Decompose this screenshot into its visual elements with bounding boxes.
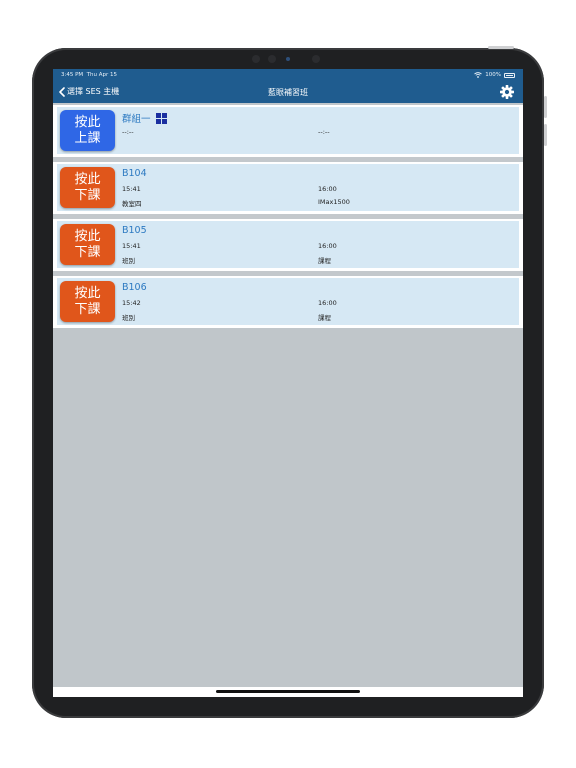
start-class-button[interactable]: 按此 上課 (60, 110, 115, 151)
start-time: 15:41 (122, 185, 141, 193)
end-time: 16:00 (318, 299, 337, 307)
status-right: 100% (474, 72, 515, 78)
button-line-1: 按此 (74, 114, 101, 130)
home-indicator[interactable] (216, 690, 360, 693)
status-bar: 3:45 PM Thu Apr 15 100% (53, 69, 523, 81)
list-item: 按此 上課 群組一 --:-- --:-- (53, 105, 523, 162)
classroom-card: 按此 上課 群組一 --:-- --:-- (57, 107, 519, 154)
grid-icon[interactable] (155, 112, 167, 124)
classroom-card: 按此 下課 B106 15:42 16:00 班別 課程 (57, 278, 519, 325)
button-line-1: 按此 (74, 228, 101, 244)
battery-percent: 100% (485, 72, 501, 78)
status-time: 3:45 PM (61, 72, 84, 78)
course-label: 課程 (318, 314, 331, 322)
classroom-name: B104 (122, 168, 147, 179)
room-label: 教室四 (122, 200, 142, 208)
end-time: 16:00 (318, 242, 337, 250)
end-class-button[interactable]: 按此 下課 (60, 167, 115, 208)
group-name-label: 群組一 (122, 114, 151, 125)
list-item: 按此 下課 B106 15:42 16:00 班別 課程 (53, 276, 523, 333)
class-label: 班別 (122, 314, 135, 322)
list-item: 按此 下課 B105 15:41 16:00 班別 課程 (53, 219, 523, 276)
start-time: 15:41 (122, 242, 141, 250)
app-screen: 3:45 PM Thu Apr 15 100% 選擇 SES 主機 藍眼補習班 (53, 69, 523, 697)
navigation-bar: 選擇 SES 主機 藍眼補習班 (53, 81, 523, 103)
home-indicator-area (53, 687, 523, 697)
end-class-button[interactable]: 按此 下課 (60, 281, 115, 322)
volume-down-button (544, 124, 547, 146)
top-button (488, 46, 514, 49)
row-separator (53, 328, 523, 333)
classroom-list: 按此 上課 群組一 --:-- --:-- 按此 下課 B104 15:41 1… (53, 105, 523, 333)
class-label: 班別 (122, 257, 135, 265)
button-line-2: 下課 (74, 301, 101, 317)
battery-icon (504, 72, 515, 78)
classroom-name: B106 (122, 282, 147, 293)
group-name: 群組一 (122, 111, 167, 125)
gear-icon[interactable] (499, 84, 515, 100)
front-camera (250, 55, 330, 63)
wifi-icon (474, 72, 483, 78)
status-time-date: 3:45 PM Thu Apr 15 (61, 72, 117, 78)
status-date: Thu Apr 15 (86, 72, 118, 78)
course-label: 課程 (318, 257, 331, 265)
button-line-2: 下課 (74, 244, 101, 260)
volume-up-button (544, 96, 547, 118)
page-title: 藍眼補習班 (268, 88, 308, 97)
device-label: IMax1500 (318, 198, 350, 206)
classroom-card: 按此 下課 B104 15:41 16:00 教室四 IMax1500 (57, 164, 519, 211)
button-line-1: 按此 (74, 171, 101, 187)
button-line-2: 下課 (74, 187, 101, 203)
end-time: 16:00 (318, 185, 337, 193)
start-time: --:-- (122, 128, 134, 136)
classroom-name: B105 (122, 225, 147, 236)
start-time: 15:42 (122, 299, 141, 307)
classroom-card: 按此 下課 B105 15:41 16:00 班別 課程 (57, 221, 519, 268)
button-line-1: 按此 (74, 285, 101, 301)
button-line-2: 上課 (74, 130, 101, 146)
end-class-button[interactable]: 按此 下課 (60, 224, 115, 265)
end-time: --:-- (318, 128, 330, 136)
list-item: 按此 下課 B104 15:41 16:00 教室四 IMax1500 (53, 162, 523, 219)
